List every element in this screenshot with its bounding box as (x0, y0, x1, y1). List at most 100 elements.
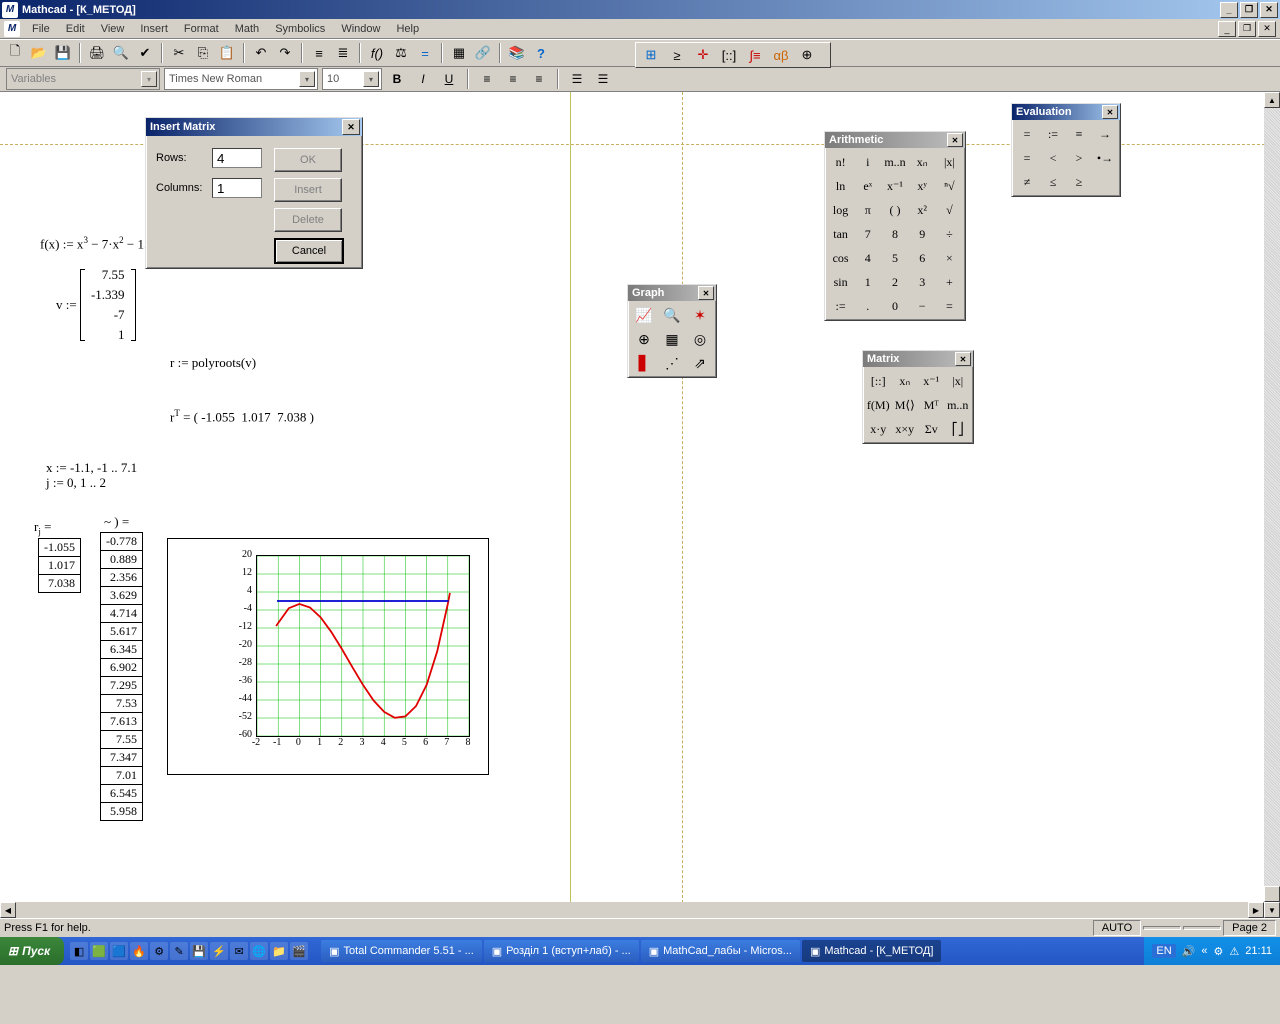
ql-icon[interactable]: ⚙ (150, 942, 168, 960)
palette-button[interactable]: 1 (854, 270, 881, 294)
matrix-palette-icon[interactable]: [::] (718, 44, 740, 66)
xy-plot[interactable]: f(x) f(rj) 7.613 -49.565 -1.1 7.1 x, rj … (167, 538, 489, 775)
menu-help[interactable]: Help (388, 21, 427, 37)
unit-icon[interactable]: ⚖ (390, 42, 412, 64)
palette-button[interactable]: x⁻¹ (881, 174, 908, 198)
palette-button[interactable]: ≠ (1014, 170, 1040, 194)
menu-edit[interactable]: Edit (58, 21, 93, 37)
component-icon[interactable]: ▦ (448, 42, 470, 64)
palette-button[interactable]: ≡ (1066, 122, 1092, 146)
boolean-palette-icon[interactable]: ≥ (666, 44, 688, 66)
palette-button[interactable]: . (854, 294, 881, 318)
align-left-icon[interactable]: ≡ (476, 69, 498, 89)
palette-button[interactable]: x⁻¹ (918, 369, 945, 393)
palette-button[interactable]: 2 (881, 270, 908, 294)
paste-icon[interactable]: 📋 (216, 42, 238, 64)
ql-icon[interactable]: 💾 (190, 942, 208, 960)
vector-icon[interactable]: ⇗ (686, 351, 714, 375)
menu-symbolics[interactable]: Symbolics (267, 21, 333, 37)
palette-button[interactable]: |x| (936, 150, 963, 174)
ql-icon[interactable]: 🎬 (290, 942, 308, 960)
tray-icon[interactable]: ⚠ (1229, 945, 1239, 958)
palette-button[interactable]: xʸ (909, 174, 936, 198)
palette-button[interactable]: ( ) (881, 198, 908, 222)
palette-button[interactable]: × (936, 246, 963, 270)
v-definition[interactable]: v := 7.55-1.339-71 (56, 264, 136, 346)
zoom-icon[interactable]: 🔍 (658, 303, 686, 327)
ql-icon[interactable]: ◧ (70, 942, 88, 960)
evaluation-palette-close[interactable]: ✕ (1102, 105, 1118, 119)
cancel-button[interactable]: Cancel (274, 238, 344, 264)
ql-icon[interactable]: 🌐 (250, 942, 268, 960)
palette-button[interactable]: sin (827, 270, 854, 294)
scroll-left-icon[interactable]: ◀ (0, 902, 16, 918)
scroll-thumb[interactable] (1264, 886, 1280, 902)
print-icon[interactable]: 🖨 (86, 42, 108, 64)
xy-plot-icon[interactable]: 📈 (630, 303, 658, 327)
matrix-palette-close[interactable]: ✕ (955, 352, 971, 366)
scatter-icon[interactable]: ⋰ (658, 351, 686, 375)
calc-icon[interactable]: = (414, 42, 436, 64)
palette-button[interactable]: ⎡⎦ (945, 417, 972, 441)
palette-button[interactable]: 0 (881, 294, 908, 318)
help-icon[interactable]: ? (530, 42, 552, 64)
ql-icon[interactable]: ⚡ (210, 942, 228, 960)
ok-button[interactable]: OK (274, 148, 342, 172)
evaluation-palette[interactable]: Evaluation✕ =:=≡→=<>•→≠≤≥ (1011, 103, 1121, 197)
ql-icon[interactable]: ✉ (230, 942, 248, 960)
scroll-right-icon[interactable]: ▶ (1248, 902, 1264, 918)
new-icon[interactable]: 🗋 (4, 42, 26, 64)
col2-header[interactable]: ~ ) = (104, 514, 129, 530)
tray-icon[interactable]: 🔊 (1182, 945, 1196, 958)
palette-button[interactable]: m..n (881, 150, 908, 174)
rows-input[interactable] (212, 148, 262, 168)
palette-button[interactable]: Mᵀ (918, 393, 945, 417)
palette-button[interactable]: f(M) (865, 393, 892, 417)
minimize-button[interactable]: _ (1220, 2, 1238, 18)
palette-button[interactable]: Σv (918, 417, 945, 441)
taskbar-task[interactable]: ▣Mathcad - [К_МЕТОД] (802, 940, 942, 962)
fx-icon[interactable]: f() (366, 42, 388, 64)
taskbar-task[interactable]: ▣Total Commander 5.51 - ... (321, 940, 482, 962)
bullets-icon[interactable]: ☰ (566, 69, 588, 89)
palette-button[interactable]: x² (909, 198, 936, 222)
system-tray[interactable]: EN 🔊 « ⚙ ⚠ 21:11 (1144, 937, 1280, 965)
horizontal-scrollbar[interactable]: ◀ ▶ (0, 902, 1264, 918)
taskbar-task[interactable]: ▣Розділ 1 (вступ+лаб) - ... (484, 940, 639, 962)
matrix-palette[interactable]: Matrix✕ [::]xₙx⁻¹|x|f(M)M⟨⟩Mᵀm..nx·yx×yΣ… (862, 350, 974, 444)
document-area[interactable]: f(x) := x3 − 7·x2 − 1.3 v := 7.55-1.339-… (0, 92, 1280, 918)
palette-button[interactable]: M⟨⟩ (892, 393, 919, 417)
fx-definition[interactable]: f(x) := x3 − 7·x2 − 1.3 (40, 235, 154, 252)
r-transpose[interactable]: rT = ( -1.055 1.017 7.038 ) (170, 408, 314, 425)
rj-table[interactable]: -1.0551.0177.038 (38, 538, 81, 593)
palette-button[interactable]: ≤ (1040, 170, 1066, 194)
trace-icon[interactable]: ✶ (686, 303, 714, 327)
palette-button[interactable]: 7 (854, 222, 881, 246)
clock[interactable]: 21:11 (1245, 945, 1272, 957)
palette-button[interactable]: = (1014, 122, 1040, 146)
palette-button[interactable]: n! (827, 150, 854, 174)
doc-minimize-button[interactable]: _ (1218, 21, 1236, 37)
scroll-up-icon[interactable]: ▲ (1264, 92, 1280, 108)
palette-button[interactable]: i (854, 150, 881, 174)
palette-button[interactable]: m..n (945, 393, 972, 417)
palette-button[interactable]: [::] (865, 369, 892, 393)
menu-view[interactable]: View (93, 21, 133, 37)
palette-button[interactable]: = (1014, 146, 1040, 170)
spellcheck-icon[interactable]: ✔ (134, 42, 156, 64)
palette-button[interactable]: x×y (892, 417, 919, 441)
hyperlink-icon[interactable]: 🔗 (472, 42, 494, 64)
palette-button[interactable]: 9 (909, 222, 936, 246)
palette-button[interactable]: ÷ (936, 222, 963, 246)
palette-button[interactable]: tan (827, 222, 854, 246)
size-combo[interactable]: 10 (322, 68, 382, 90)
surface-icon[interactable]: ▦ (658, 327, 686, 351)
delete-button[interactable]: Delete (274, 208, 342, 232)
rj-header[interactable]: rj = (34, 519, 51, 537)
underline-icon[interactable]: U (438, 69, 460, 89)
r-definition[interactable]: r := polyroots(v) (170, 355, 256, 371)
j-range[interactable]: j := 0, 1 .. 2 (46, 475, 106, 491)
menu-insert[interactable]: Insert (132, 21, 176, 37)
ql-icon[interactable]: ✎ (170, 942, 188, 960)
ql-icon[interactable]: 🟦 (110, 942, 128, 960)
